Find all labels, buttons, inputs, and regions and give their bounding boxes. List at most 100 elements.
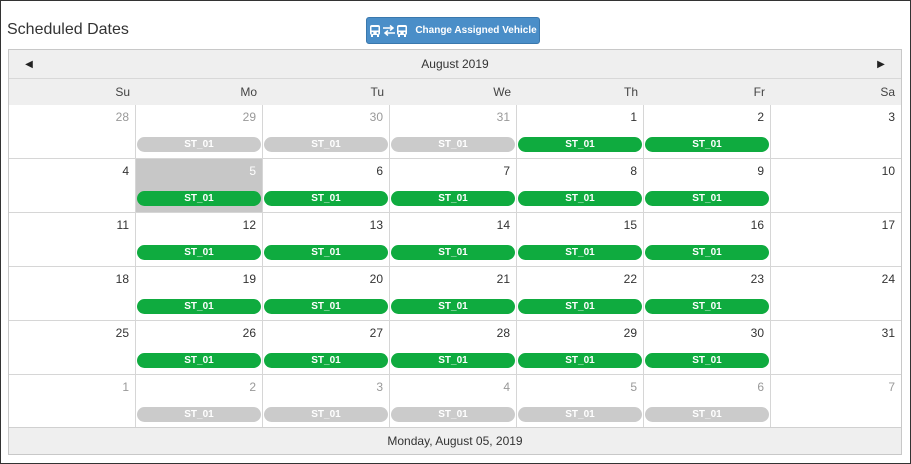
calendar-day-cell[interactable]: 1 (9, 375, 136, 429)
schedule-event[interactable]: ST_01 (264, 137, 388, 152)
day-number: 6 (757, 380, 764, 394)
calendar-day-cell[interactable]: 24 (771, 267, 901, 321)
schedule-event[interactable]: ST_01 (137, 245, 261, 260)
schedule-event[interactable]: ST_01 (518, 299, 642, 314)
calendar-header: ◀ August 2019 ▶ (9, 50, 901, 79)
next-month-icon[interactable]: ▶ (867, 50, 895, 78)
calendar-day-cell[interactable]: 6 ST_01 (644, 375, 771, 429)
month-label[interactable]: August 2019 (9, 57, 901, 71)
schedule-event[interactable]: ST_01 (264, 299, 388, 314)
schedule-event[interactable]: ST_01 (391, 245, 515, 260)
calendar-day-cell[interactable]: 29 ST_01 (136, 105, 263, 159)
schedule-event[interactable]: ST_01 (391, 407, 515, 422)
day-number: 5 (249, 164, 256, 178)
calendar-day-cell[interactable]: 15 ST_01 (517, 213, 644, 267)
calendar-day-cell[interactable]: 16 ST_01 (644, 213, 771, 267)
day-number: 1 (122, 380, 129, 394)
calendar-day-cell[interactable]: 4 (9, 159, 136, 213)
calendar-day-cell[interactable]: 23 ST_01 (644, 267, 771, 321)
schedule-event[interactable]: ST_01 (645, 299, 769, 314)
day-number: 14 (496, 218, 510, 232)
calendar-day-cell[interactable]: 14 ST_01 (390, 213, 517, 267)
day-number: 10 (881, 164, 895, 178)
calendar-day-cell[interactable]: 22 ST_01 (517, 267, 644, 321)
weekday-label: Fr (753, 85, 765, 99)
calendar-day-cell[interactable]: 5 ST_01 (136, 159, 263, 213)
change-assigned-vehicle-label: Change Assigned Vehicle (415, 25, 537, 36)
calendar-day-cell[interactable]: 20 ST_01 (263, 267, 390, 321)
day-number: 8 (630, 164, 637, 178)
day-number: 5 (630, 380, 637, 394)
calendar-day-cell[interactable]: 27 ST_01 (263, 321, 390, 375)
schedule-event[interactable]: ST_01 (137, 137, 261, 152)
schedule-event[interactable]: ST_01 (518, 353, 642, 368)
weekday-label: Sa (880, 85, 895, 99)
schedule-event[interactable]: ST_01 (645, 245, 769, 260)
calendar-day-cell[interactable]: 12 ST_01 (136, 213, 263, 267)
calendar-day-cell[interactable]: 25 (9, 321, 136, 375)
calendar-day-cell[interactable]: 11 (9, 213, 136, 267)
schedule-event[interactable]: ST_01 (391, 353, 515, 368)
day-number: 24 (881, 272, 895, 286)
day-number: 30 (750, 326, 764, 340)
schedule-event[interactable]: ST_01 (391, 299, 515, 314)
calendar-day-cell[interactable]: 2 ST_01 (644, 105, 771, 159)
calendar-day-cell[interactable]: 18 (9, 267, 136, 321)
schedule-event[interactable]: ST_01 (264, 353, 388, 368)
schedule-event[interactable]: ST_01 (518, 245, 642, 260)
day-number: 30 (369, 110, 383, 124)
schedule-event[interactable]: ST_01 (645, 407, 769, 422)
schedule-event[interactable]: ST_01 (645, 353, 769, 368)
calendar-day-cell[interactable]: 10 (771, 159, 901, 213)
calendar-day-cell[interactable]: 21 ST_01 (390, 267, 517, 321)
calendar-day-cell[interactable]: 13 ST_01 (263, 213, 390, 267)
day-number: 4 (122, 164, 129, 178)
schedule-event[interactable]: ST_01 (137, 299, 261, 314)
schedule-event[interactable]: ST_01 (137, 407, 261, 422)
calendar: ◀ August 2019 ▶ Su Mo Tu We Th Fr Sa 28 29 ST_01… (8, 49, 902, 455)
calendar-day-cell[interactable]: 4 ST_01 (390, 375, 517, 429)
calendar-day-cell[interactable]: 28 (9, 105, 136, 159)
calendar-day-cell[interactable]: 1 ST_01 (517, 105, 644, 159)
calendar-day-cell[interactable]: 3 ST_01 (263, 375, 390, 429)
calendar-day-cell[interactable]: 29 ST_01 (517, 321, 644, 375)
day-number: 28 (115, 110, 129, 124)
schedule-event[interactable]: ST_01 (137, 353, 261, 368)
selected-date-footer[interactable]: Monday, August 05, 2019 (9, 427, 901, 454)
calendar-day-cell[interactable]: 30 ST_01 (644, 321, 771, 375)
calendar-day-cell[interactable]: 31 ST_01 (390, 105, 517, 159)
schedule-event[interactable]: ST_01 (137, 191, 261, 206)
calendar-day-cell[interactable]: 31 (771, 321, 901, 375)
calendar-day-cell[interactable]: 19 ST_01 (136, 267, 263, 321)
schedule-event[interactable]: ST_01 (264, 407, 388, 422)
calendar-day-cell[interactable]: 2 ST_01 (136, 375, 263, 429)
calendar-day-cell[interactable]: 30 ST_01 (263, 105, 390, 159)
calendar-day-cell[interactable]: 17 (771, 213, 901, 267)
calendar-day-cell[interactable]: 8 ST_01 (517, 159, 644, 213)
schedule-event[interactable]: ST_01 (518, 137, 642, 152)
schedule-event[interactable]: ST_01 (645, 191, 769, 206)
day-number: 26 (242, 326, 256, 340)
schedule-event[interactable]: ST_01 (645, 137, 769, 152)
change-assigned-vehicle-button[interactable]: Change Assigned Vehicle (366, 17, 540, 44)
day-number: 2 (249, 380, 256, 394)
schedule-event[interactable]: ST_01 (391, 191, 515, 206)
schedule-event[interactable]: ST_01 (264, 191, 388, 206)
schedule-event[interactable]: ST_01 (518, 191, 642, 206)
day-number: 25 (115, 326, 129, 340)
calendar-day-cell[interactable]: 3 (771, 105, 901, 159)
day-number: 29 (242, 110, 256, 124)
calendar-day-cell[interactable]: 5 ST_01 (517, 375, 644, 429)
calendar-day-cell[interactable]: 6 ST_01 (263, 159, 390, 213)
calendar-day-cell[interactable]: 9 ST_01 (644, 159, 771, 213)
schedule-event[interactable]: ST_01 (264, 245, 388, 260)
schedule-event[interactable]: ST_01 (518, 407, 642, 422)
day-number: 3 (376, 380, 383, 394)
calendar-day-cell[interactable]: 26 ST_01 (136, 321, 263, 375)
day-number: 17 (881, 218, 895, 232)
calendar-day-cell[interactable]: 7 ST_01 (390, 159, 517, 213)
schedule-event[interactable]: ST_01 (391, 137, 515, 152)
calendar-day-cell[interactable]: 7 (771, 375, 901, 429)
day-number: 16 (750, 218, 764, 232)
calendar-day-cell[interactable]: 28 ST_01 (390, 321, 517, 375)
